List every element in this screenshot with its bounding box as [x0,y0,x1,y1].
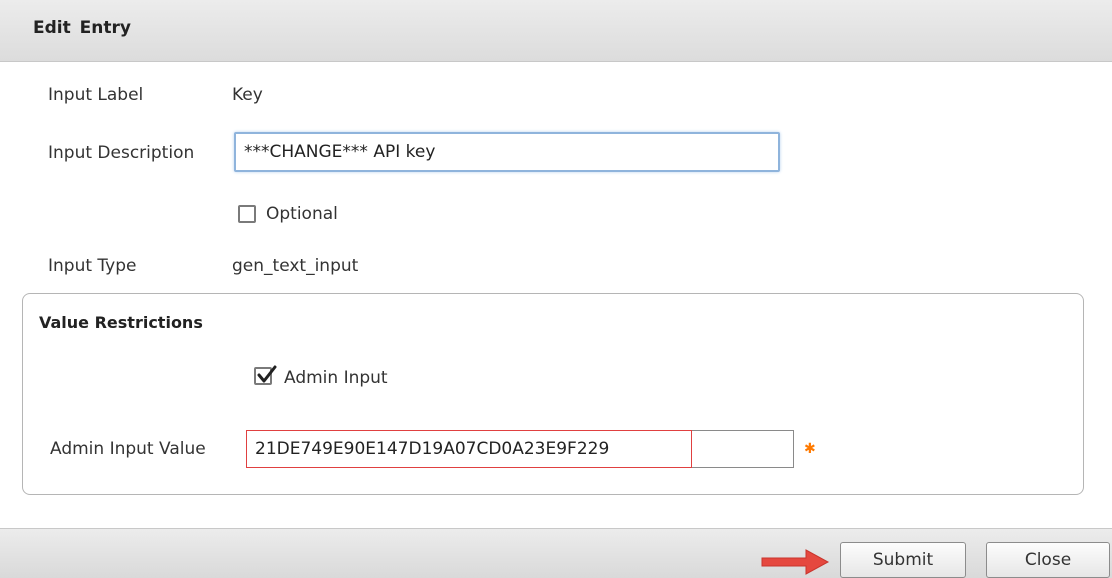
required-asterisk-icon: ✱ [804,441,816,457]
input-description-field[interactable] [234,132,780,172]
admin-input-value-field[interactable] [247,431,693,467]
input-type-value: gen_text_input [232,256,359,276]
input-label-value: Key [232,85,263,105]
admin-input-label: Admin Input [284,368,388,388]
dialog-title: Edit Entry [33,18,131,38]
admin-input-value-error-outline [246,430,693,468]
value-restrictions-title: Value Restrictions [39,313,203,332]
optional-label: Optional [266,204,338,224]
red-arrow-icon [761,549,830,575]
admin-input-value-field-wrapper [246,430,794,468]
input-description-label: Input Description [48,143,195,163]
dialog-title-bar: Edit Entry [0,0,1112,62]
input-type-label: Input Type [48,256,137,276]
submit-button[interactable]: Submit [840,542,966,578]
admin-input-value-label: Admin Input Value [50,439,206,459]
checkmark-icon [257,365,277,383]
admin-input-checkbox[interactable] [254,365,277,385]
input-label-label: Input Label [48,85,144,105]
optional-checkbox[interactable] [238,205,256,223]
close-button[interactable]: Close [986,542,1110,578]
